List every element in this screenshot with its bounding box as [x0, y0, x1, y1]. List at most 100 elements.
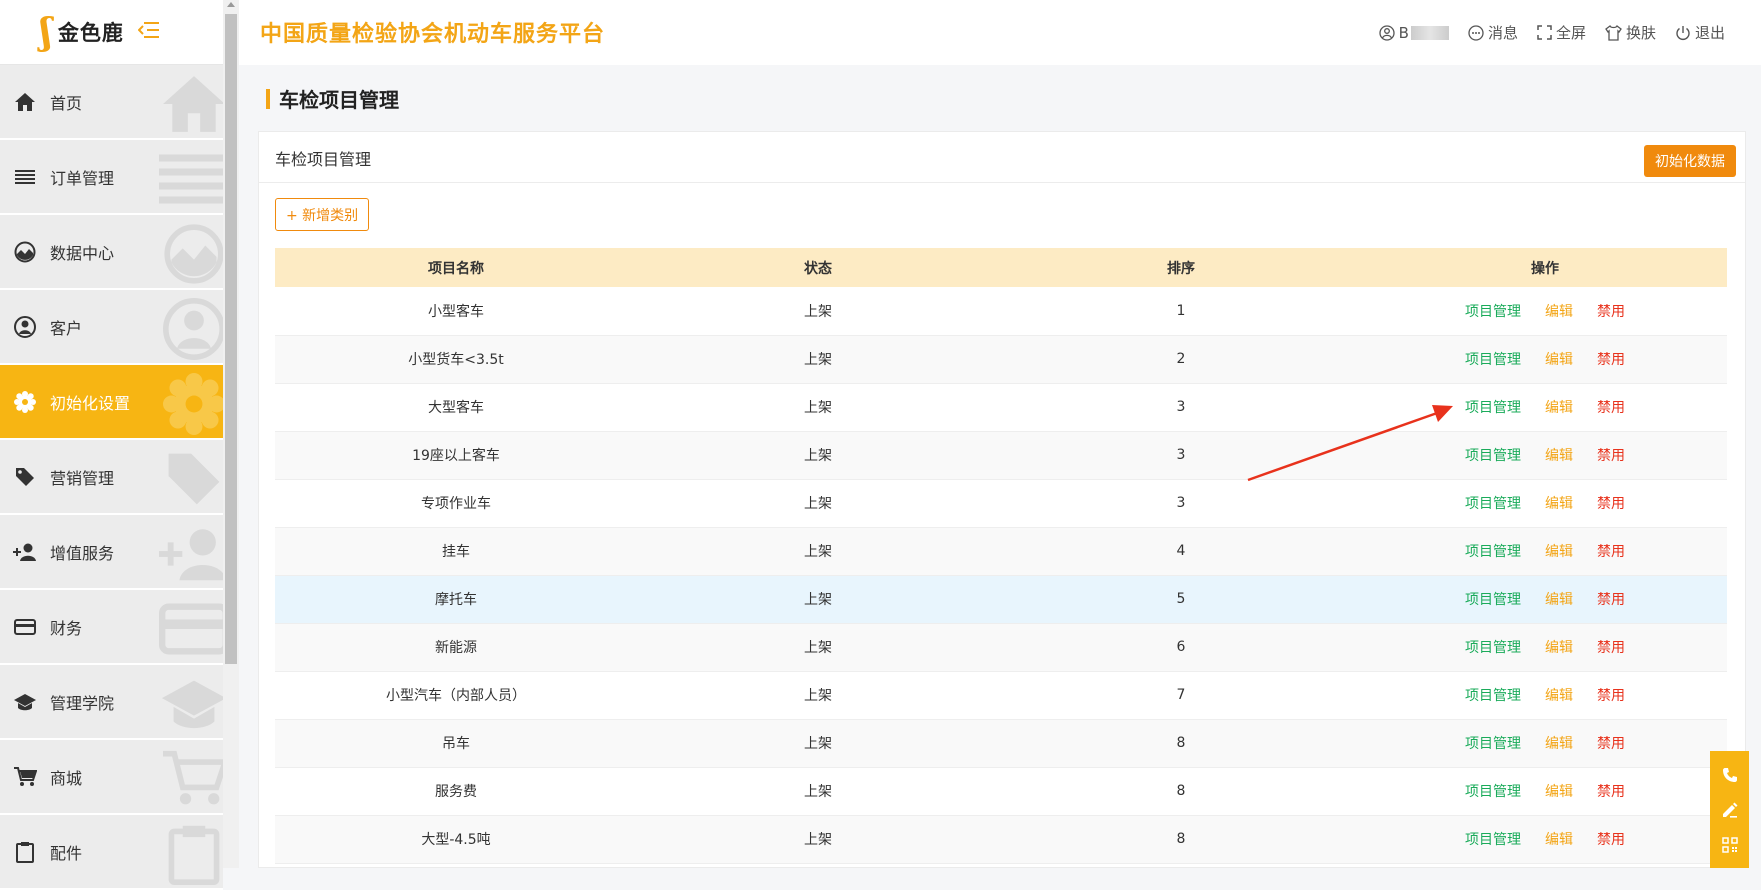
sidebar-item-label: 财务 — [50, 618, 83, 638]
home-icon — [12, 89, 38, 115]
disable-link[interactable]: 禁用 — [1597, 733, 1625, 753]
manage-link[interactable]: 项目管理 — [1465, 781, 1521, 801]
chart-circle-icon — [12, 239, 38, 265]
phone-icon[interactable] — [1719, 764, 1741, 786]
disable-link[interactable]: 禁用 — [1597, 445, 1625, 465]
cell-order: 8 — [1176, 735, 1186, 751]
manage-link[interactable]: 项目管理 — [1465, 637, 1521, 657]
sidebar-item-finance[interactable]: 财务 — [0, 590, 223, 665]
manage-link[interactable]: 项目管理 — [1465, 685, 1521, 705]
manage-link[interactable]: 项目管理 — [1465, 733, 1521, 753]
manage-link[interactable]: 项目管理 — [1465, 493, 1521, 513]
disable-link[interactable]: 禁用 — [1597, 493, 1625, 513]
edit-link[interactable]: 编辑 — [1545, 493, 1573, 513]
shirt-icon — [1605, 24, 1622, 41]
sidebar-item-label: 初始化设置 — [50, 393, 131, 413]
sidebar-item-init-settings[interactable]: 初始化设置 — [0, 365, 223, 440]
table-row: 小型货车<3.5t 上架 2 项目管理 编辑 禁用 — [275, 335, 1727, 383]
user-circle-icon — [1378, 24, 1395, 41]
sidebar-item-orders[interactable]: 订单管理 — [0, 140, 223, 215]
edit-link[interactable]: 编辑 — [1545, 781, 1573, 801]
manage-link[interactable]: 项目管理 — [1465, 829, 1521, 849]
cell-status: 上架 — [804, 592, 832, 608]
sidebar-item-label: 客户 — [50, 318, 83, 338]
edit-link[interactable]: 编辑 — [1545, 445, 1573, 465]
cap-bg-icon — [161, 680, 223, 729]
skin-label: 换肤 — [1625, 24, 1656, 42]
project-table: 项目名称 状态 排序 操作 小型客车 上架 1 项目管理 编辑 禁用 小型货车<3.… — [275, 248, 1727, 864]
disable-link[interactable]: 禁用 — [1597, 685, 1625, 705]
platform-title: 中国质量检验协会机动车服务平台 — [260, 22, 606, 47]
edit-link[interactable]: 编辑 — [1545, 349, 1573, 369]
user-icon — [12, 314, 38, 340]
scroll-up-arrow-icon[interactable] — [227, 2, 235, 7]
add-user-icon — [12, 539, 38, 565]
sidebar-item-marketing[interactable]: 营销管理 — [0, 440, 223, 515]
title-accent-bar — [266, 88, 270, 109]
cell-status: 上架 — [804, 688, 832, 704]
cell-order: 1 — [1176, 302, 1186, 319]
list-bg-icon — [159, 154, 223, 204]
disable-link[interactable]: 禁用 — [1597, 349, 1625, 369]
manage-link[interactable]: 项目管理 — [1465, 541, 1521, 561]
sidebar-item-label: 营销管理 — [50, 468, 115, 488]
manage-link[interactable]: 项目管理 — [1465, 397, 1521, 417]
cell-order: 3 — [1176, 399, 1186, 415]
user-menu[interactable]: B — [1378, 24, 1449, 42]
disable-link[interactable]: 禁用 — [1597, 397, 1625, 417]
page-title: 车检项目管理 — [266, 84, 399, 113]
scroll-thumb[interactable] — [225, 14, 237, 664]
gear-icon — [12, 389, 38, 415]
cell-status: 上架 — [804, 352, 832, 368]
disable-link[interactable]: 禁用 — [1597, 589, 1625, 609]
sidebar-item-parts[interactable]: 配件 — [0, 815, 223, 890]
fullscreen-button[interactable]: 全屏 — [1537, 22, 1586, 43]
messages-button[interactable]: 消息 — [1468, 22, 1518, 43]
sidebar-item-value-added[interactable]: 增值服务 — [0, 515, 223, 590]
cell-status: 上架 — [804, 448, 832, 464]
sidebar-item-academy[interactable]: 管理学院 — [0, 665, 223, 740]
fullscreen-label: 全屏 — [1555, 24, 1586, 42]
skin-button[interactable]: 换肤 — [1605, 22, 1656, 43]
manage-link[interactable]: 项目管理 — [1465, 301, 1521, 321]
card-bg-icon — [159, 603, 223, 655]
disable-link[interactable]: 禁用 — [1597, 781, 1625, 801]
sidebar-item-customer[interactable]: 客户 — [0, 290, 223, 365]
cell-actions: 项目管理 编辑 禁用 — [1363, 623, 1727, 671]
cell-order: 3 — [1176, 495, 1186, 511]
disable-link[interactable]: 禁用 — [1597, 829, 1625, 849]
disable-link[interactable]: 禁用 — [1597, 637, 1625, 657]
sidebar-scrollbar[interactable] — [223, 0, 239, 868]
edit-link[interactable]: 编辑 — [1545, 685, 1573, 705]
edit-link[interactable]: 编辑 — [1545, 733, 1573, 753]
cell-status: 上架 — [804, 400, 832, 416]
cell-name: 专项作业车 — [421, 496, 491, 512]
manage-link[interactable]: 项目管理 — [1465, 589, 1521, 609]
menu-collapse-icon[interactable] — [137, 21, 160, 43]
table-row: 挂车 上架 4 项目管理 编辑 禁用 — [275, 527, 1727, 575]
logout-button[interactable]: 退出 — [1675, 22, 1725, 43]
edit-link[interactable]: 编辑 — [1545, 637, 1573, 657]
logo-text: 金色鹿 — [57, 21, 124, 45]
add-category-button[interactable]: + 新增类别 — [275, 198, 370, 231]
edit-link[interactable]: 编辑 — [1545, 589, 1573, 609]
cell-actions: 项目管理 编辑 禁用 — [1363, 527, 1727, 575]
edit-link[interactable]: 编辑 — [1545, 829, 1573, 849]
sidebar-item-home[interactable]: 首页 — [0, 65, 223, 140]
disable-link[interactable]: 禁用 — [1597, 301, 1625, 321]
col-header-order: 排序 — [1167, 260, 1195, 277]
edit-link[interactable]: 编辑 — [1545, 301, 1573, 321]
cell-status: 上架 — [804, 640, 832, 656]
edit-link[interactable]: 编辑 — [1545, 541, 1573, 561]
manage-link[interactable]: 项目管理 — [1465, 349, 1521, 369]
edit-link[interactable]: 编辑 — [1545, 397, 1573, 417]
chart-bg-icon — [164, 224, 223, 284]
sidebar-item-mall[interactable]: 商城 — [0, 740, 223, 815]
qrcode-icon[interactable] — [1719, 834, 1741, 856]
manage-link[interactable]: 项目管理 — [1465, 445, 1521, 465]
init-data-button[interactable]: 初始化数据 — [1644, 145, 1736, 177]
cell-actions: 项目管理 编辑 禁用 — [1363, 431, 1727, 479]
sidebar-item-data-center[interactable]: 数据中心 — [0, 215, 223, 290]
edit-icon[interactable] — [1719, 799, 1741, 821]
disable-link[interactable]: 禁用 — [1597, 541, 1625, 561]
